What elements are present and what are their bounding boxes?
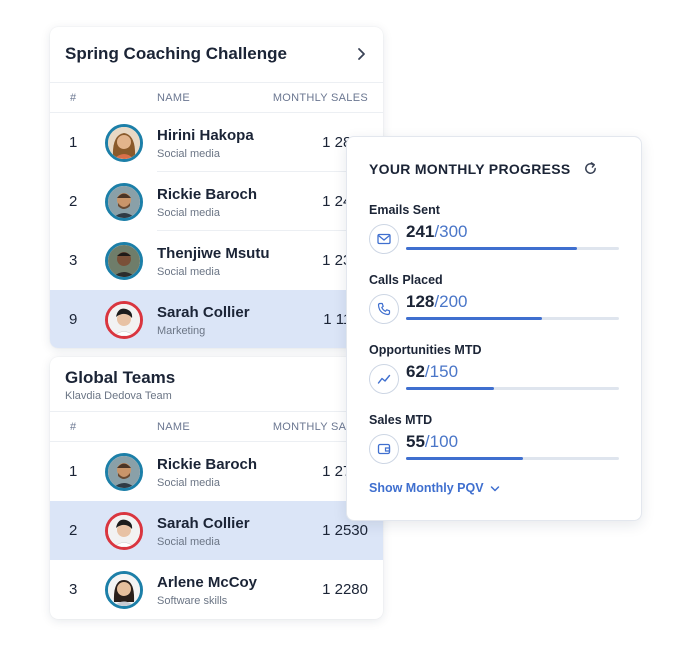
global-card-title: Global Teams	[65, 368, 176, 387]
global-card-subtitle: Klavdia Dedova Team	[65, 390, 172, 402]
column-name: NAME	[157, 92, 190, 104]
refresh-icon[interactable]	[583, 161, 598, 176]
row-department: Marketing	[157, 325, 206, 337]
table-row-current-user[interactable]: 2 Sarah Collier Social media 1 2530	[50, 501, 383, 560]
progress-track	[406, 457, 619, 460]
metric-label: Sales MTD	[369, 413, 433, 427]
spring-challenge-card: Spring Coaching Challenge # NAME MONTHLY…	[50, 27, 383, 348]
spring-column-header: # NAME MONTHLY SALES	[50, 83, 383, 113]
metric-label: Opportunities MTD	[369, 343, 482, 357]
table-row[interactable]: 1 Hirini Hakopa Social media 1 2830	[50, 113, 383, 172]
row-name: Hirini Hakopa	[157, 127, 254, 144]
progress-fill	[406, 457, 524, 460]
phone-icon	[377, 302, 391, 316]
table-row[interactable]: 3 Arlene McCoy Software skills 1 2280	[50, 560, 383, 619]
progress-track	[406, 247, 619, 250]
metric-calls-placed: Calls Placed 128/200	[369, 273, 621, 333]
progress-track	[406, 317, 619, 320]
table-row-current-user[interactable]: 9 Sarah Collier Marketing 1 1100	[50, 290, 383, 348]
progress-fill	[406, 387, 495, 390]
show-monthly-pqv-link[interactable]: Show Monthly PQV	[369, 481, 500, 495]
table-row[interactable]: 1 Rickie Baroch Social media 1 2750	[50, 442, 383, 501]
row-name: Rickie Baroch	[157, 456, 258, 473]
global-column-header: # NAME MONTHLY SALES	[50, 412, 383, 442]
column-name: NAME	[157, 421, 190, 433]
avatar	[105, 453, 143, 491]
mail-icon	[377, 233, 391, 245]
metric-target: 300	[439, 222, 468, 241]
avatar	[105, 512, 143, 550]
row-department: Social media	[157, 477, 220, 489]
row-department: Social media	[157, 266, 220, 278]
metric-target: 200	[439, 292, 468, 311]
column-rank: #	[70, 92, 77, 104]
row-name: Sarah Collier	[157, 515, 250, 532]
row-department: Social media	[157, 207, 220, 219]
metric-sales-mtd: Sales MTD 55/100	[369, 413, 621, 473]
spring-card-title: Spring Coaching Challenge	[65, 44, 287, 63]
metric-current: 128	[406, 292, 435, 311]
row-rank: 9	[69, 311, 78, 328]
avatar	[105, 242, 143, 280]
global-card-header: Global Teams Klavdia Dedova Team	[50, 357, 383, 412]
metric-label: Calls Placed	[369, 273, 443, 287]
chevron-down-icon	[490, 485, 499, 491]
column-monthly-sales: MONTHLY SALES	[272, 92, 368, 104]
metric-label: Emails Sent	[369, 203, 440, 217]
metric-target: 100	[429, 432, 459, 451]
chevron-right-icon[interactable]	[355, 47, 367, 61]
row-name: Rickie Baroch	[157, 186, 258, 203]
avatar	[105, 301, 143, 339]
trend-icon	[377, 374, 391, 384]
progress-fill	[406, 247, 578, 250]
global-teams-card: Global Teams Klavdia Dedova Team # NAME …	[50, 357, 383, 619]
table-row[interactable]: 3 Thenjiwe Msutu Social media 1 2340	[50, 231, 383, 290]
show-link-label: Show Monthly PQV	[369, 481, 484, 495]
avatar	[105, 124, 143, 162]
table-row[interactable]: 2 Rickie Baroch Social media 1 2450	[50, 172, 383, 231]
row-name: Sarah Collier	[157, 304, 250, 321]
spring-card-header[interactable]: Spring Coaching Challenge	[50, 27, 383, 83]
row-rank: 3	[69, 581, 78, 598]
progress-track	[406, 387, 619, 390]
avatar	[105, 183, 143, 221]
row-name: Thenjiwe Msutu	[157, 245, 270, 262]
row-department: Social media	[157, 536, 220, 548]
row-rank: 1	[69, 134, 78, 151]
row-name: Arlene McCoy	[157, 574, 258, 591]
monthly-progress-card: YOUR MONTHLY PROGRESS Emails Sent 241/30…	[346, 136, 642, 521]
metric-emails-sent: Emails Sent 241/300	[369, 203, 621, 263]
row-rank: 1	[69, 463, 78, 480]
row-rank: 2	[69, 522, 78, 539]
row-sales: 1 2530	[322, 522, 368, 539]
metric-opportunities-mtd: Opportunities MTD 62/150	[369, 343, 621, 403]
column-rank: #	[70, 421, 77, 433]
row-rank: 2	[69, 193, 78, 210]
metric-current: 55	[406, 432, 425, 451]
row-department: Social media	[157, 148, 220, 160]
row-rank: 3	[69, 252, 78, 269]
progress-title: YOUR MONTHLY PROGRESS	[369, 161, 571, 177]
metric-target: 150	[429, 362, 459, 381]
avatar	[105, 571, 143, 609]
wallet-icon	[377, 443, 391, 455]
row-department: Software skills	[157, 595, 228, 607]
progress-fill	[406, 317, 543, 320]
metric-current: 241	[406, 222, 435, 241]
row-sales: 1 2280	[322, 581, 368, 598]
metric-current: 62	[406, 362, 425, 381]
